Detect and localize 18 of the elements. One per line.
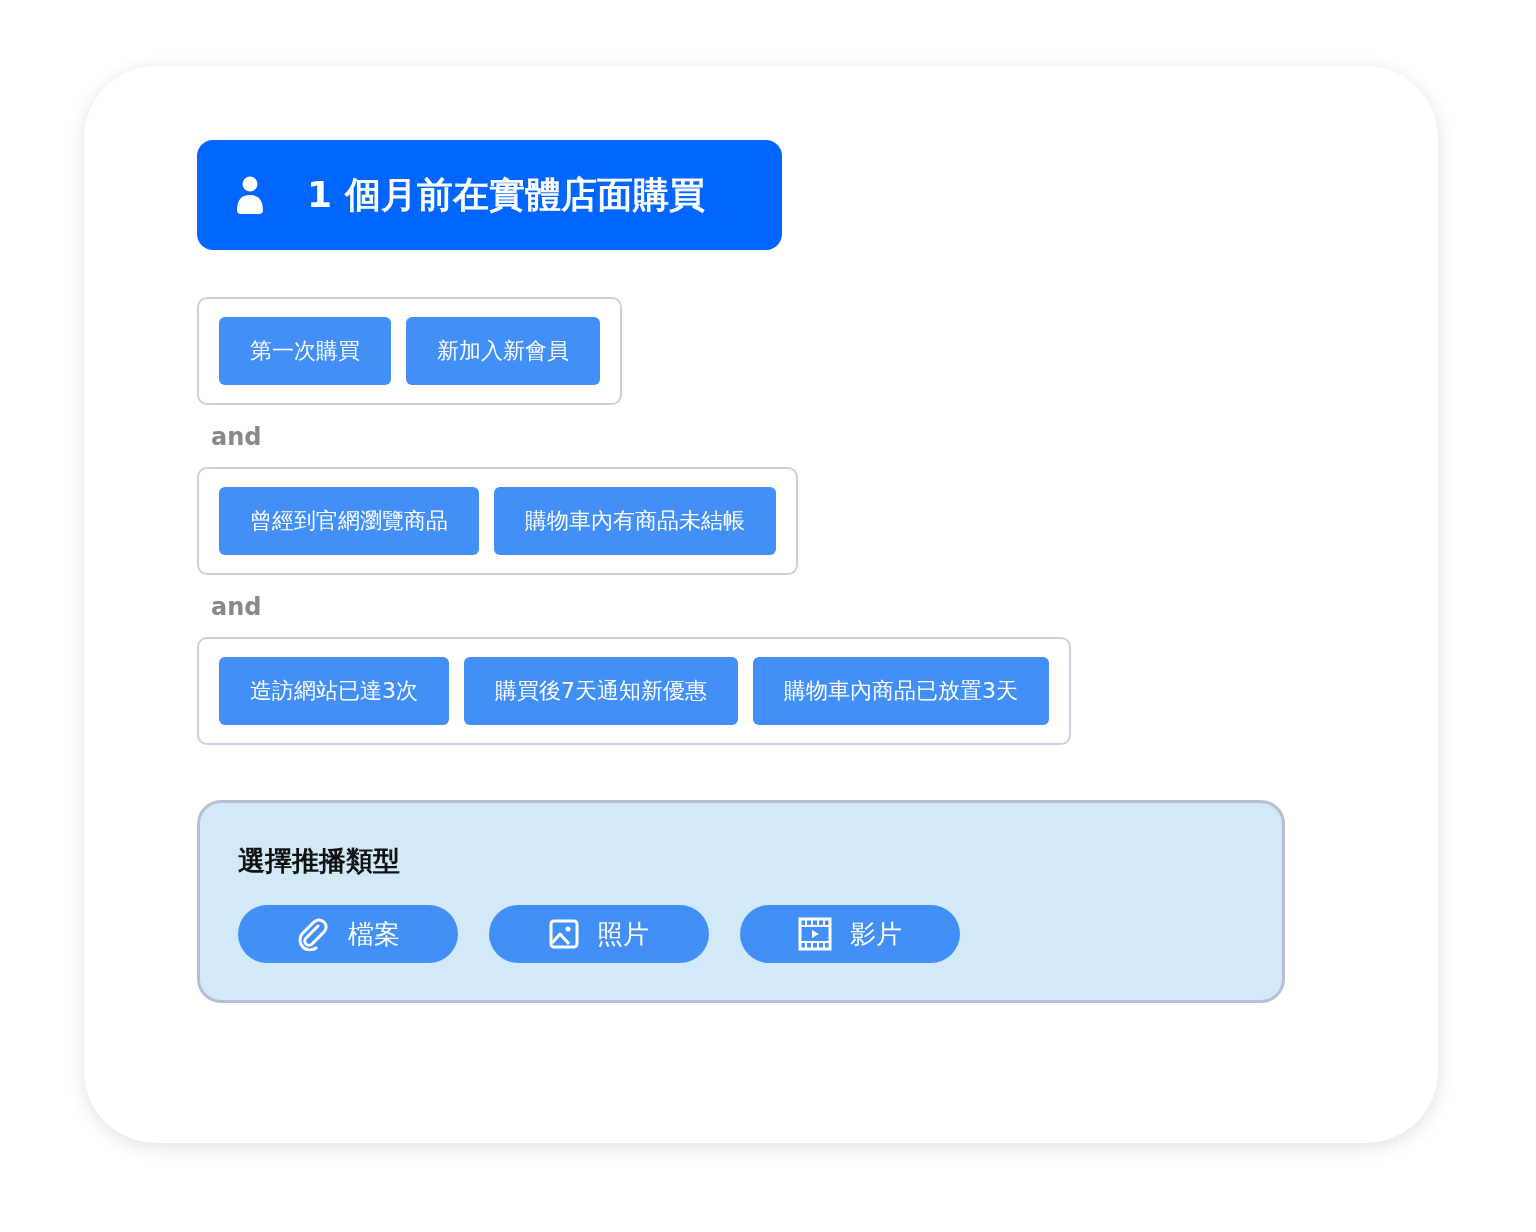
- panel-title: 選擇推播類型: [238, 844, 401, 878]
- connector-label: and: [210, 422, 262, 453]
- condition-tag[interactable]: 購物車內有商品未結帳: [494, 487, 776, 555]
- segment-title: 1 個月前在實體店面購買: [307, 172, 705, 217]
- condition-tag[interactable]: 曾經到官網瀏覽商品: [219, 487, 479, 555]
- paperclip-icon: [296, 917, 330, 951]
- condition-tag[interactable]: 購物車內商品已放置3天: [753, 657, 1049, 725]
- condition-tag[interactable]: 購買後7天通知新優惠: [464, 657, 738, 725]
- condition-tag[interactable]: 第一次購買: [219, 317, 391, 385]
- push-type-button[interactable]: 影片: [740, 905, 960, 963]
- condition-tag[interactable]: 新加入新會員: [406, 317, 600, 385]
- person-icon: [237, 176, 263, 214]
- film-icon: [798, 917, 832, 951]
- image-icon: [549, 919, 579, 949]
- condition-tag[interactable]: 造訪網站已達3次: [219, 657, 449, 725]
- push-type-button[interactable]: 照片: [489, 905, 709, 963]
- connector-label: and: [210, 592, 262, 623]
- push-type-button[interactable]: 檔案: [238, 905, 458, 963]
